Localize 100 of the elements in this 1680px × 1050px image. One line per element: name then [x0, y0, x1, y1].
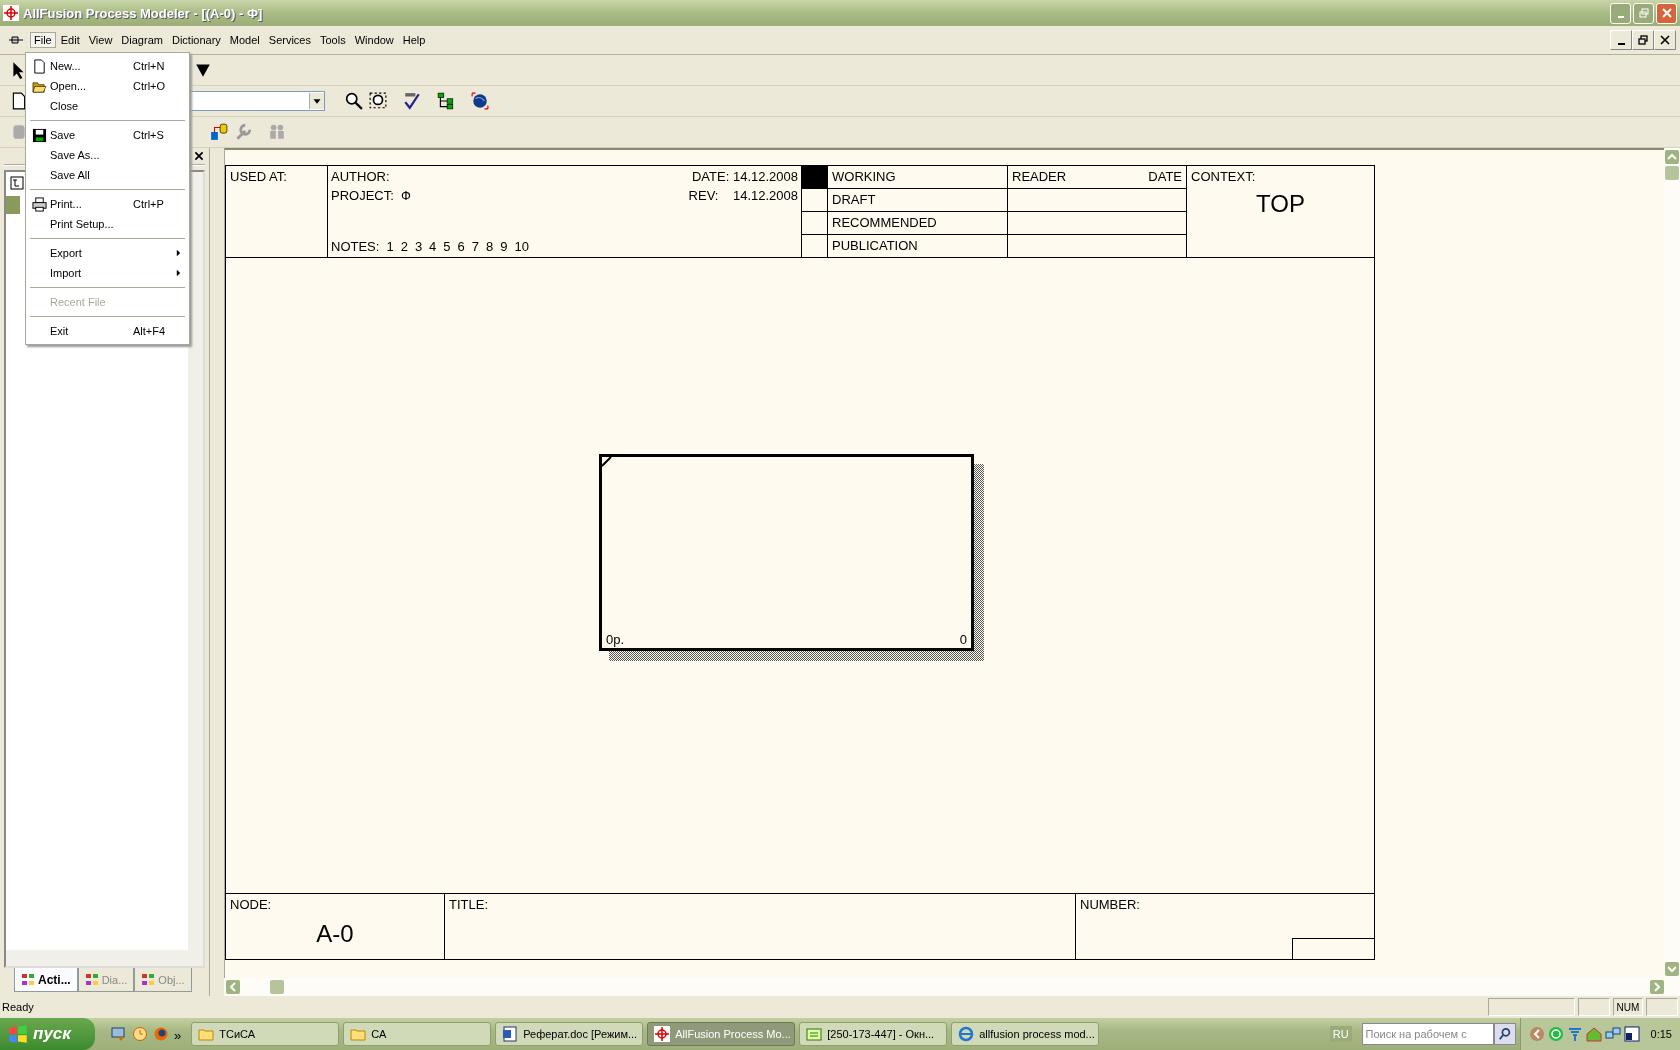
horizontal-scrollbar[interactable] [224, 978, 1680, 996]
status-pane [1578, 998, 1610, 1016]
menu-item[interactable]: Model [225, 32, 264, 48]
menu-item[interactable]: Tools [316, 32, 350, 48]
author-label: AUTHOR: [331, 169, 390, 186]
window-icon [806, 1026, 823, 1042]
horizontal-scrollbar[interactable] [6, 950, 203, 966]
menu-item[interactable]: Diagram [117, 32, 167, 48]
menu-item[interactable]: Save All [28, 165, 187, 185]
computer-icon[interactable] [111, 1026, 127, 1042]
network-icon[interactable] [1604, 1026, 1621, 1042]
globe-icon[interactable] [471, 92, 489, 110]
menu-item[interactable]: Print Setup... [28, 214, 187, 234]
scroll-left-icon[interactable] [226, 980, 240, 994]
note-number: 7 [471, 239, 480, 254]
start-button[interactable]: пуск [0, 1018, 95, 1050]
menu-item[interactable]: Services [264, 32, 315, 48]
status-label: DRAFT [832, 192, 876, 207]
vertical-scrollbar[interactable] [1664, 148, 1680, 978]
scroll-right-icon[interactable] [1650, 980, 1664, 994]
house-icon[interactable] [1585, 1026, 1602, 1042]
reader-label: READER [1012, 169, 1067, 185]
zoom-in-icon[interactable] [345, 92, 363, 110]
activity-number: 0 [959, 632, 967, 647]
restore-icon [1638, 35, 1648, 45]
menu-item[interactable]: Open... Ctrl+O [28, 76, 187, 96]
zoom-out-icon[interactable] [369, 92, 387, 110]
scroll-thumb[interactable] [270, 980, 284, 994]
submenu-arrow-icon [176, 269, 181, 277]
project-value: Ф [401, 188, 411, 203]
node-value: A-0 [316, 920, 354, 948]
diagram-node-icon[interactable] [10, 176, 24, 190]
window-title: AllFusion Process Modeler - [(A-0) - Ф] [23, 5, 263, 21]
notes-label: NOTES: [331, 239, 380, 254]
menu-item[interactable]: File [30, 32, 56, 48]
rounded-shape-icon[interactable] [10, 123, 28, 141]
menu-item[interactable]: Save Ctrl+S [28, 125, 187, 145]
panel-tab[interactable]: Acti... [14, 968, 78, 992]
search-button[interactable] [1493, 1023, 1516, 1045]
taskbar-button[interactable]: allfusion process mod... [951, 1022, 1100, 1046]
activity-box[interactable]: 0р. 0 [599, 454, 974, 651]
fox-globe-icon[interactable] [153, 1026, 169, 1042]
new-document-icon[interactable] [10, 92, 28, 110]
menu-item[interactable]: Dictionary [167, 32, 225, 48]
note-number: 1 [386, 239, 394, 254]
printer-icon [31, 196, 47, 212]
menu-item[interactable]: Edit [56, 32, 84, 48]
menu-item[interactable]: Import [28, 263, 187, 283]
menu-item[interactable]: New... Ctrl+N [28, 56, 187, 76]
people-icon[interactable] [268, 123, 286, 141]
tree-structure-icon[interactable] [437, 92, 455, 110]
menu-item[interactable]: View [84, 32, 117, 48]
date-label: DATE: [691, 169, 730, 184]
submenu-arrow-icon [176, 249, 181, 257]
node-label: NODE: [230, 897, 273, 912]
project-label: PROJECT: [331, 188, 394, 203]
used-at-label: USED AT: [230, 169, 287, 184]
scroll-down-icon[interactable] [1665, 962, 1679, 976]
folder-icon [198, 1026, 215, 1042]
restore-button[interactable] [1632, 30, 1654, 50]
taskbar-button[interactable]: СА [343, 1022, 492, 1046]
note-number: 8 [486, 239, 494, 254]
note-number: 2 [400, 239, 408, 254]
status-pane [1646, 998, 1678, 1016]
status-text: Ready [2, 1001, 34, 1013]
menu-item[interactable]: Save As... [28, 145, 187, 165]
wrench-icon[interactable] [234, 123, 252, 141]
taskbar-button[interactable]: Реферат.doc [Режим... [495, 1022, 644, 1046]
desktop-search-field[interactable]: Поиск на рабочем с [1361, 1023, 1494, 1045]
menu-item[interactable]: Close [28, 96, 187, 116]
more-chevron[interactable]: » [174, 1028, 182, 1043]
modeler-logo-icon [654, 1026, 671, 1042]
spiral-icon[interactable] [1547, 1026, 1564, 1042]
activity-cost: 0р. [606, 632, 625, 647]
chevron-left-icon[interactable] [1528, 1026, 1545, 1042]
antenna-icon[interactable] [1566, 1026, 1583, 1042]
menu-item[interactable]: Exit Alt+F4 [28, 321, 187, 341]
menu-item[interactable]: Window [350, 32, 398, 48]
window-icon[interactable] [1623, 1026, 1640, 1042]
minimize-icon [1617, 16, 1624, 18]
minimize-button[interactable] [1610, 30, 1632, 50]
taskbar-button[interactable]: [250-173-447] - Окн... [799, 1022, 948, 1046]
down-triangle-icon[interactable] [194, 61, 212, 79]
menu-item[interactable]: Print... Ctrl+P [28, 194, 187, 214]
corner-mark-icon [602, 457, 612, 467]
date-value: 14.12.2008 [732, 169, 798, 184]
clock-icon[interactable] [132, 1026, 148, 1042]
scroll-up-icon[interactable] [1665, 150, 1679, 164]
spell-check-icon[interactable] [403, 92, 421, 110]
modeler-logo-icon [3, 5, 19, 21]
close-icon[interactable] [193, 150, 205, 162]
scroll-thumb[interactable] [1665, 166, 1679, 180]
close-button[interactable] [1654, 30, 1676, 50]
menu-item[interactable]: Help [398, 32, 430, 48]
browser-e-icon [958, 1026, 975, 1042]
taskbar-button[interactable]: ТСиСА [191, 1022, 340, 1046]
vertical-scrollbar[interactable] [188, 172, 203, 950]
tab-icon [84, 972, 99, 987]
menu-item[interactable]: Export [28, 243, 187, 263]
database-link-icon[interactable] [210, 123, 228, 141]
